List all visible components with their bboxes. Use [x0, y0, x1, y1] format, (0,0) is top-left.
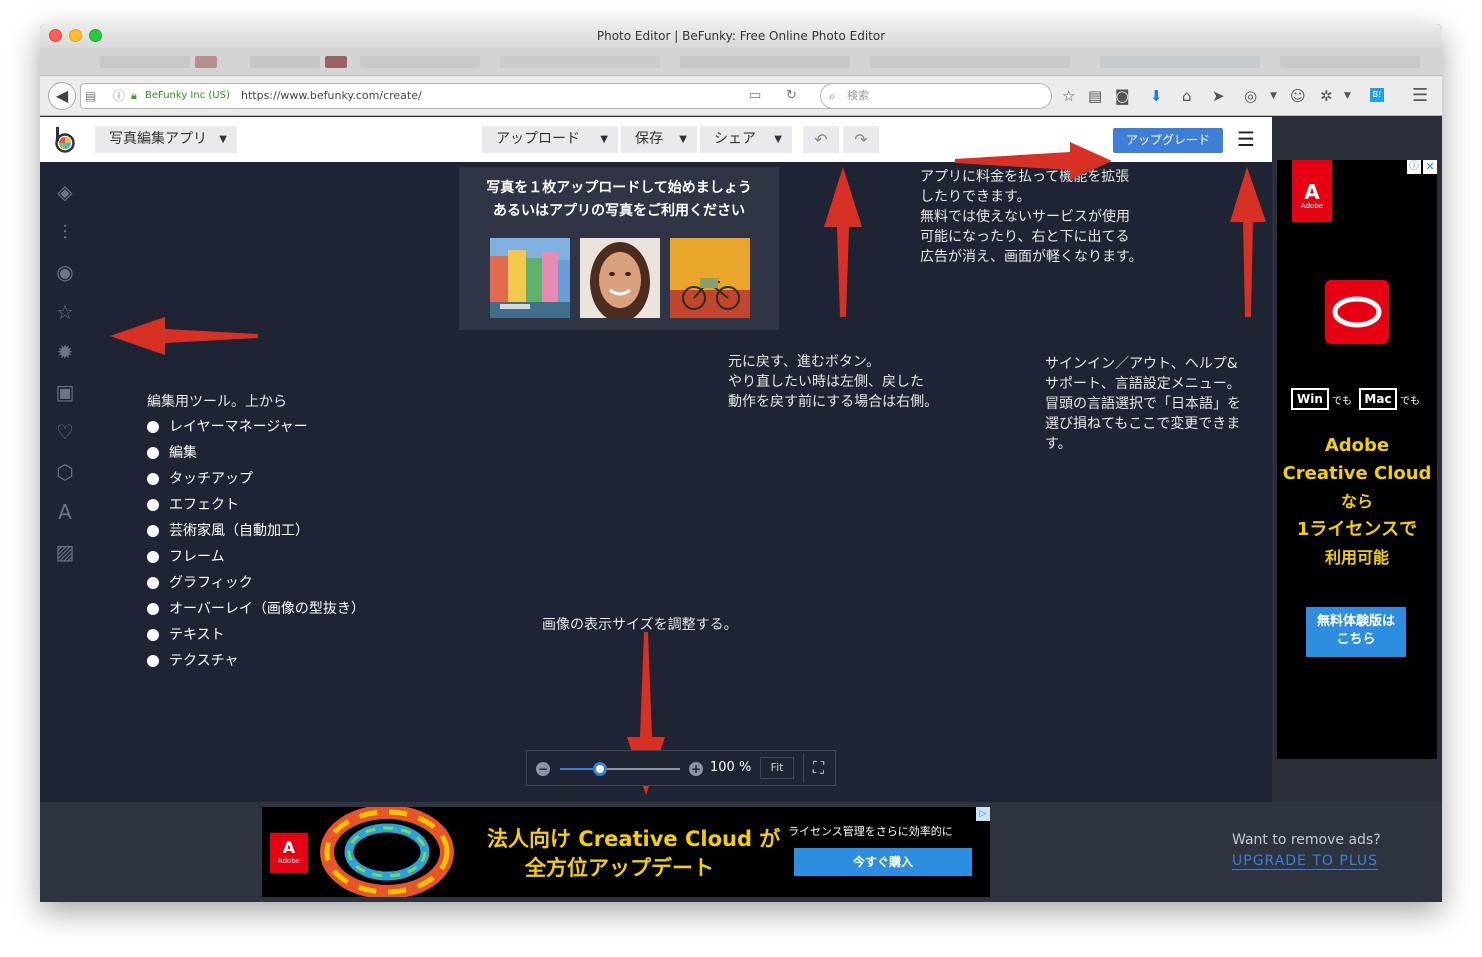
befunky-app: 写真編集アプリ ▼ アップロード ▼ 保存 ▼ シェア ▼ ↶ ↷ アップグレー…: [40, 117, 1272, 802]
zoom-window-button[interactable]: [89, 29, 102, 42]
close-window-button[interactable]: [49, 29, 62, 42]
tab[interactable]: [195, 56, 217, 68]
chat-icon[interactable]: ☺: [1290, 86, 1306, 106]
zoom-in-button[interactable]: +: [689, 762, 703, 776]
sidebar-toggle-icon[interactable]: ▤: [85, 84, 96, 108]
bottom-ad-bar: A Adobe 法人向け Creative Cloud が 全方位アップデート …: [40, 802, 1442, 902]
bookmarks-list-icon[interactable]: ▤: [1088, 86, 1102, 106]
upgrade-to-plus-link[interactable]: UPGRADE TO PLUS: [1232, 853, 1379, 870]
adobe-logo: A Adobe: [270, 833, 308, 873]
back-button[interactable]: ◀: [48, 82, 76, 110]
bottom-ad-headline-1: 法人向け Creative Cloud が: [487, 827, 781, 851]
tab[interactable]: [1280, 56, 1420, 68]
zoom-slider[interactable]: [560, 762, 680, 776]
tab[interactable]: [870, 56, 1070, 68]
tab[interactable]: [100, 56, 190, 68]
remove-ads-question: Want to remove ads?: [1232, 832, 1381, 848]
tab[interactable]: [500, 56, 660, 68]
lock-icon: 🔒︎: [131, 89, 137, 102]
zoom-slider-handle[interactable]: [592, 762, 607, 776]
tab[interactable]: [250, 56, 320, 68]
tab[interactable]: [1100, 56, 1260, 68]
cta-line: 無料体験版は: [1316, 614, 1395, 629]
ad-close-icon[interactable]: ✕: [1423, 160, 1437, 174]
arrow-to-undo: [824, 167, 862, 317]
fullscreen-icon[interactable]: ⛶: [803, 753, 833, 783]
zoom-out-button[interactable]: −: [536, 762, 550, 776]
right-advertisement[interactable]: ⓘ ✕ A Adobe Win でも Mac でも Adobe Creative…: [1277, 160, 1437, 759]
minimize-window-button[interactable]: [69, 29, 82, 42]
cta-line: こちら: [1336, 632, 1376, 647]
search-icon: ⌕: [829, 89, 836, 103]
ad-headline: Adobe Creative Cloud なら 1ライセンスで 利用可能: [1277, 432, 1437, 572]
buy-now-button[interactable]: 今すぐ購入: [794, 848, 972, 876]
ad-headline-line: なら: [1340, 492, 1373, 511]
info-icon[interactable]: ⓘ: [113, 84, 125, 108]
ad-info-icon[interactable]: ⓘ: [1407, 160, 1421, 174]
ad-headline-line: Adobe: [1324, 435, 1390, 456]
navigation-bar: ◀ ▤ ⓘ 🔒︎ BeFunky Inc (US) https://www.be…: [40, 76, 1442, 116]
annotation-arrows: [110, 142, 1266, 795]
arrow-to-menu: [1230, 167, 1266, 317]
ad-headline-line: 1ライセンスで: [1296, 519, 1418, 540]
hamburger-menu-icon[interactable]: ☰: [1412, 86, 1428, 106]
win-badge: Win: [1291, 388, 1329, 410]
adobe-a-icon: A: [282, 838, 296, 857]
window-title: Photo Editor | BeFunky: Free Online Phot…: [596, 29, 886, 43]
tab[interactable]: [325, 56, 347, 68]
adobe-a-icon: A: [1304, 180, 1320, 204]
url-text[interactable]: https://www.befunky.com/create/: [241, 84, 422, 108]
zoom-value: 100 %: [710, 760, 752, 775]
extension-icon[interactable]: ✲: [1320, 86, 1333, 106]
bottom-ad-headline-2: 全方位アップデート: [525, 856, 714, 880]
creative-cloud-art: [312, 807, 472, 897]
adobe-logo: A Adobe: [1292, 160, 1332, 222]
home-icon[interactable]: ⌂: [1182, 86, 1192, 106]
mac-demo: でも: [1400, 396, 1420, 407]
ad-headline-line: Creative Cloud: [1282, 463, 1432, 484]
screenshot-icon[interactable]: ◎: [1244, 86, 1257, 106]
free-trial-button[interactable]: 無料体験版は こちら: [1306, 607, 1406, 657]
pocket-icon[interactable]: ◙: [1115, 86, 1130, 106]
adobe-brand: Adobe: [1300, 202, 1324, 210]
search-input[interactable]: ⌕ 検索: [820, 83, 1052, 109]
chevron-down-icon[interactable]: ▼: [1344, 86, 1351, 106]
zoom-control: − + 100 % Fit ⛶: [526, 750, 836, 786]
adobe-brand: Adobe: [277, 857, 301, 865]
reload-icon[interactable]: ↻: [786, 84, 797, 108]
win-demo: でも: [1332, 396, 1352, 407]
bookmark-star-icon[interactable]: ☆: [1062, 86, 1075, 106]
extension-b-icon[interactable]: B!: [1370, 88, 1384, 102]
search-placeholder: 検索: [847, 89, 869, 102]
site-identity[interactable]: BeFunky Inc (US): [145, 84, 230, 108]
arrow-to-upgrade: [955, 142, 1112, 180]
chevron-down-icon[interactable]: ▼: [1270, 86, 1277, 106]
title-bar: Photo Editor | BeFunky: Free Online Phot…: [40, 24, 1442, 48]
tab[interactable]: [680, 56, 850, 68]
tab[interactable]: [360, 56, 480, 68]
bottom-ad-sub: ライセンス管理をさらに効率的に: [788, 825, 953, 838]
download-icon[interactable]: ⬇: [1150, 86, 1163, 106]
bottom-advertisement[interactable]: A Adobe 法人向け Creative Cloud が 全方位アップデート …: [262, 807, 990, 897]
ad-choices-icon[interactable]: ▷: [976, 807, 990, 821]
creative-cloud-icon: [1325, 280, 1389, 344]
mac-badge: Mac: [1359, 388, 1397, 410]
ad-headline-line: 利用可能: [1324, 548, 1389, 567]
send-icon[interactable]: ➤: [1212, 86, 1225, 106]
browser-window: Photo Editor | BeFunky: Free Online Phot…: [40, 24, 1442, 902]
arrow-to-tools: [110, 317, 258, 355]
reader-view-icon[interactable]: ▭: [749, 84, 761, 108]
tab-bar[interactable]: [40, 48, 1442, 76]
fit-button[interactable]: Fit: [760, 757, 794, 779]
url-bar[interactable]: ▤ ⓘ 🔒︎ BeFunky Inc (US) https://www.befu…: [80, 83, 845, 109]
